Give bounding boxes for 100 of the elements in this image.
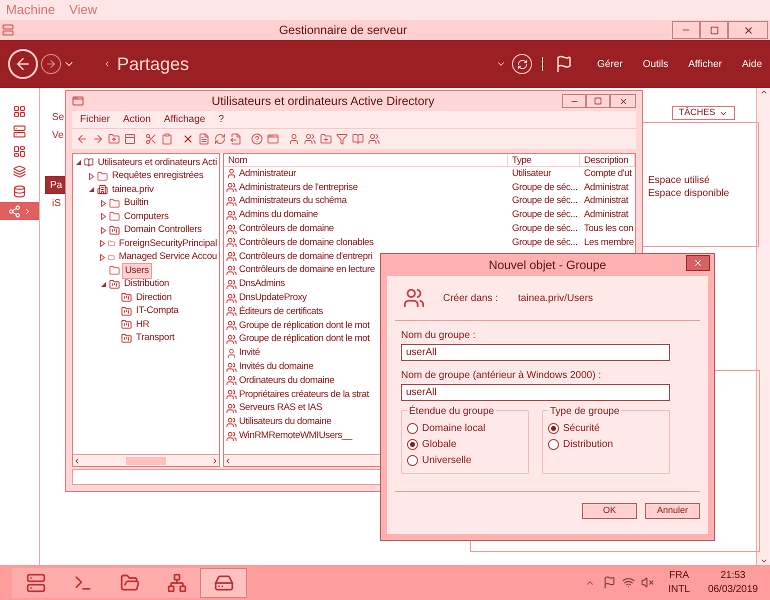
server-icon — [13, 124, 26, 138]
export-icon[interactable] — [230, 133, 242, 145]
tree-item[interactable]: IT-Compta — [134, 304, 181, 318]
expand-arrow-icon[interactable] — [99, 240, 106, 248]
forward-arrow-icon[interactable] — [92, 133, 104, 145]
radio-button[interactable] — [407, 422, 418, 434]
radio-button[interactable] — [548, 422, 559, 434]
radio-label: Universelle — [422, 454, 472, 468]
tree-item[interactable]: Direction — [134, 290, 174, 305]
menu-item[interactable]: Afficher — [688, 56, 722, 72]
language-label[interactable]: FRA — [669, 568, 690, 582]
close-button[interactable] — [610, 94, 636, 108]
nav-item[interactable]: Pa — [45, 176, 65, 194]
collapse-arrow-icon[interactable] — [87, 186, 95, 194]
users-icon[interactable] — [368, 133, 380, 145]
menu-item[interactable]: Action — [123, 112, 151, 127]
expand-arrow-icon[interactable] — [99, 199, 107, 208]
tree-item[interactable]: Transport — [134, 331, 177, 346]
document-icon[interactable] — [198, 133, 210, 145]
radio-button[interactable] — [407, 438, 418, 450]
input-field[interactable]: userAll — [401, 384, 670, 401]
users-icon — [226, 430, 237, 442]
folder-icon — [120, 572, 140, 592]
scrollbar[interactable] — [756, 88, 770, 565]
tree-item[interactable]: Domain Controllers — [122, 223, 204, 238]
collapse-arrow-icon[interactable] — [99, 280, 107, 288]
folder-plus-icon[interactable] — [320, 133, 332, 145]
users-icon[interactable] — [304, 133, 316, 145]
volume-muted-icon[interactable] — [641, 576, 654, 589]
minimize-button[interactable] — [562, 94, 586, 108]
tree-item[interactable]: tainea.priv — [110, 182, 156, 197]
close-button[interactable] — [728, 21, 768, 39]
radio-button[interactable] — [407, 454, 418, 466]
menu-item[interactable]: Gérer — [597, 56, 623, 72]
folder-up-icon[interactable] — [108, 133, 120, 145]
tree-item[interactable]: HR — [134, 318, 152, 332]
ok-button[interactable]: OK — [582, 503, 637, 519]
delete-icon[interactable] — [182, 133, 194, 145]
window-icon[interactable] — [267, 133, 279, 145]
flag-icon[interactable] — [555, 55, 574, 73]
column-header[interactable]: Nom — [224, 154, 508, 166]
scissors-icon[interactable] — [145, 133, 157, 145]
filter-icon[interactable] — [336, 133, 348, 145]
legend-label: Espace disponible — [648, 187, 730, 199]
panel-icon[interactable] — [124, 133, 136, 145]
tree-item[interactable]: Computers — [122, 210, 171, 224]
nav-item[interactable]: iS — [52, 194, 61, 212]
expand-arrow-icon[interactable] — [99, 226, 107, 234]
back-button[interactable] — [8, 49, 38, 79]
back-arrow-icon[interactable] — [76, 133, 88, 145]
refresh-icon — [516, 58, 528, 70]
users-icon — [226, 362, 237, 373]
table-cell-text: Tous les con — [583, 222, 634, 236]
clipboard-icon[interactable] — [161, 133, 173, 145]
input-field[interactable]: userAll — [401, 344, 670, 361]
flag-icon[interactable] — [603, 576, 616, 589]
nav-item[interactable]: Se — [52, 108, 64, 126]
table-cell-text: Groupe de séc... — [511, 208, 578, 222]
book-icon[interactable] — [352, 133, 364, 145]
tree-item[interactable]: Requêtes enregistrées — [110, 169, 206, 184]
taskbar-button[interactable] — [12, 568, 59, 598]
collapse-arrow-icon[interactable] — [75, 158, 82, 167]
maximize-button[interactable] — [586, 94, 610, 108]
cancel-button[interactable]: Annuler — [645, 503, 700, 519]
horizontal-scrollbar[interactable] — [73, 454, 219, 466]
forward-button[interactable] — [41, 54, 61, 74]
refresh-button[interactable] — [512, 54, 532, 74]
radio-button[interactable] — [548, 438, 559, 450]
restore-button[interactable] — [700, 21, 728, 39]
column-header[interactable]: Type — [508, 154, 580, 166]
tree-item[interactable]: Managed Service Accou — [116, 250, 219, 264]
taskbar-button[interactable] — [200, 568, 247, 598]
menu-item[interactable]: Outils — [642, 56, 668, 72]
menu-item[interactable]: Aide — [742, 56, 762, 72]
help-icon[interactable] — [251, 133, 263, 145]
nav-item[interactable]: Ve — [52, 126, 64, 144]
close-button[interactable] — [686, 255, 710, 271]
sidebar-item[interactable] — [0, 202, 39, 220]
taskbar-button[interactable] — [153, 568, 200, 598]
tree-item[interactable]: Distribution — [122, 277, 172, 292]
menu-item[interactable]: Affichage — [164, 112, 206, 127]
tree-item[interactable]: Utilisateurs et ordinateurs Acti — [96, 156, 219, 170]
tree-item[interactable]: ForeignSecurityPrincipal — [116, 236, 219, 251]
menu-item[interactable]: Fichier — [80, 112, 110, 127]
radio-label: Domaine local — [422, 422, 486, 436]
tree-item[interactable]: Builtin — [122, 196, 150, 210]
expand-arrow-icon[interactable] — [87, 172, 95, 180]
clock-date[interactable]: 06/03/2019 — [708, 582, 758, 596]
expand-arrow-icon[interactable] — [99, 212, 107, 221]
clock-time[interactable]: 21:53 — [720, 568, 746, 582]
refresh-icon[interactable] — [214, 133, 226, 145]
expand-arrow-icon[interactable] — [99, 253, 106, 262]
folder-icon — [109, 198, 120, 209]
tasks-button[interactable]: TÂCHES — [672, 106, 735, 120]
tree-item[interactable]: Users — [122, 262, 152, 279]
column-header[interactable]: Description — [580, 154, 635, 166]
scroll-thumb[interactable] — [126, 456, 166, 464]
user-icon[interactable] — [288, 133, 300, 145]
menu-item[interactable]: ? — [218, 112, 224, 127]
keyboard-label[interactable]: INTL — [668, 582, 690, 596]
